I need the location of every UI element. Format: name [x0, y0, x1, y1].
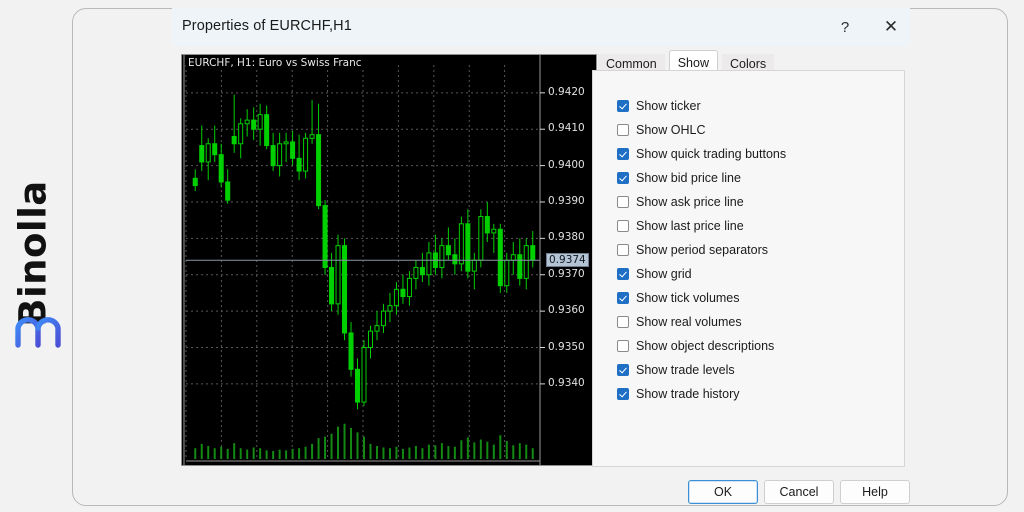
- dialog-title: Properties of EURCHF,H1: [182, 18, 352, 34]
- properties-dialog: Properties of EURCHF,H1 ? ✕ EURCHF, H1: …: [172, 8, 910, 504]
- chart-canvas: EURCHF, H1: Euro vs Swiss Franc 0.9420 0.…: [182, 55, 596, 465]
- checkbox-label: Show trade levels: [636, 363, 735, 377]
- checkbox-unchecked-icon[interactable]: [617, 340, 629, 352]
- checkbox-checked-icon[interactable]: [617, 268, 629, 280]
- checkbox-row[interactable]: Show tick volumes: [617, 290, 740, 306]
- checkbox-label: Show real volumes: [636, 315, 742, 329]
- checkbox-label: Show grid: [636, 267, 692, 281]
- checkbox-unchecked-icon[interactable]: [617, 316, 629, 328]
- checkbox-row[interactable]: Show quick trading buttons: [617, 146, 786, 162]
- chart-ticker-label: EURCHF, H1: Euro vs Swiss Franc: [186, 57, 364, 69]
- checkbox-row[interactable]: Show bid price line: [617, 170, 741, 186]
- price-tick-label: 0.9370: [548, 268, 585, 280]
- binolla-m-logo-icon: [14, 308, 62, 348]
- checkbox-row[interactable]: Show last price line: [617, 218, 744, 234]
- checkbox-checked-icon[interactable]: [617, 388, 629, 400]
- show-tab-panel: Show ticker Show OHLC Show quick trading b…: [592, 70, 905, 467]
- checkbox-label: Show tick volumes: [636, 291, 740, 305]
- checkbox-unchecked-icon[interactable]: [617, 244, 629, 256]
- checkbox-label: Show last price line: [636, 219, 744, 233]
- checkbox-label: Show OHLC: [636, 123, 705, 137]
- checkbox-unchecked-icon[interactable]: [617, 124, 629, 136]
- checkbox-label: Show ticker: [636, 99, 701, 113]
- price-tick-label: 0.9340: [548, 377, 585, 389]
- close-icon[interactable]: ✕: [868, 8, 914, 46]
- price-tick-label: 0.9350: [548, 341, 585, 353]
- chart-preview[interactable]: EURCHF, H1: Euro vs Swiss Franc 0.9420 0.…: [181, 54, 597, 466]
- price-tick-label: 0.9390: [548, 195, 585, 207]
- settings-panel: CommonShowColors Show tickerShow OHLCSho…: [592, 46, 910, 504]
- checkbox-label: Show object descriptions: [636, 339, 774, 353]
- price-tick-label: 0.9380: [548, 231, 585, 243]
- checkbox-label: Show bid price line: [636, 171, 741, 185]
- checkbox-label: Show ask price line: [636, 195, 744, 209]
- cancel-button[interactable]: Cancel: [764, 480, 834, 504]
- price-tick-label: 0.9360: [548, 304, 585, 316]
- checkbox-row[interactable]: Show trade levels: [617, 362, 735, 378]
- question-mark-icon[interactable]: ?: [822, 8, 868, 46]
- price-tick-label: 0.9420: [548, 86, 585, 98]
- checkbox-checked-icon[interactable]: [617, 292, 629, 304]
- checkbox-unchecked-icon[interactable]: [617, 220, 629, 232]
- help-button[interactable]: Help: [840, 480, 910, 504]
- brand-panel: Binolla: [0, 0, 72, 512]
- checkbox-row[interactable]: Show grid: [617, 266, 692, 282]
- checkbox-unchecked-icon[interactable]: [617, 196, 629, 208]
- checkbox-row[interactable]: Show ask price line: [617, 194, 744, 210]
- checkbox-row[interactable]: Show period separators: [617, 242, 768, 258]
- checkbox-label: Show quick trading buttons: [636, 147, 786, 161]
- checkbox-label: Show period separators: [636, 243, 768, 257]
- dialog-titlebar: Properties of EURCHF,H1 ? ✕: [172, 8, 910, 46]
- checkbox-checked-icon[interactable]: [617, 148, 629, 160]
- ok-button[interactable]: OK: [688, 480, 758, 504]
- checkbox-checked-icon[interactable]: [617, 364, 629, 376]
- checkbox-checked-icon[interactable]: [617, 100, 629, 112]
- dialog-body: EURCHF, H1: Euro vs Swiss Franc 0.9420 0.…: [172, 46, 910, 504]
- checkbox-row[interactable]: Show real volumes: [617, 314, 742, 330]
- checkbox-row[interactable]: Show OHLC: [617, 122, 705, 138]
- price-tick-label: 0.9410: [548, 122, 585, 134]
- checkbox-label: Show trade history: [636, 387, 740, 401]
- price-tick-label: 0.9400: [548, 159, 585, 171]
- checkbox-row[interactable]: Show ticker: [617, 98, 701, 114]
- checkbox-row[interactable]: Show object descriptions: [617, 338, 774, 354]
- bid-price-tag: 0.9374: [546, 253, 589, 267]
- candlestick-chart: [182, 55, 596, 465]
- checkbox-row[interactable]: Show trade history: [617, 386, 740, 402]
- checkbox-checked-icon[interactable]: [617, 172, 629, 184]
- screen: Binolla Properties: [0, 0, 1024, 512]
